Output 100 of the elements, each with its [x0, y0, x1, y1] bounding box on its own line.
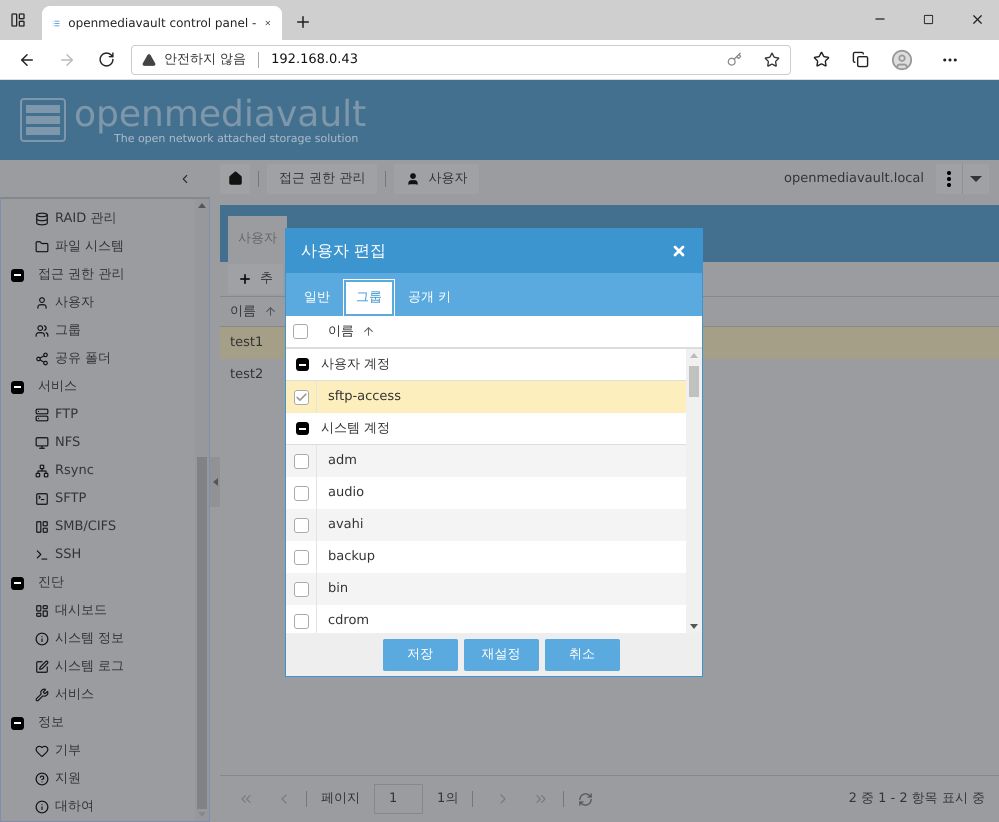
tab-title: openmediavault control panel -: [68, 15, 256, 32]
group-header[interactable]: 시스템 계정: [321, 418, 390, 438]
collapse-icon[interactable]: [296, 358, 309, 371]
list-cell-text: bin: [327, 580, 348, 598]
sidebar-group[interactable]: 진단: [38, 573, 64, 593]
home-icon: [228, 171, 242, 186]
dialog-button[interactable]: 재설정: [464, 638, 538, 670]
sidebar-item[interactable]: NFS: [55, 433, 80, 453]
favorites-icon[interactable]: [813, 51, 830, 68]
collapse-icon[interactable]: [296, 422, 309, 435]
page-field[interactable]: 1: [374, 784, 423, 814]
collapse-icon[interactable]: [11, 716, 24, 730]
sidebar-item[interactable]: 시스템 정보: [55, 629, 124, 649]
checkbox[interactable]: [294, 550, 308, 564]
collections-icon[interactable]: [852, 51, 869, 68]
checkbox[interactable]: [294, 454, 308, 468]
page-label: 페이지: [321, 790, 360, 808]
sidebar-group[interactable]: 서비스: [38, 377, 77, 397]
table-cell-text: test1: [230, 334, 264, 352]
sort-icon: [362, 325, 375, 338]
folder-icon: [35, 240, 49, 254]
list-row[interactable]: avahi: [286, 509, 686, 541]
sidebar-group[interactable]: 정보: [38, 713, 64, 733]
list-row[interactable]: adm: [286, 445, 686, 477]
maximize-icon[interactable]: [923, 14, 934, 25]
logo-text: openmediavault: [74, 96, 366, 132]
sidebar-item[interactable]: 시스템 로그: [55, 657, 124, 677]
logo-icon: [20, 98, 66, 142]
url-text: 192.168.0.43: [271, 50, 359, 69]
plus-icon: [238, 272, 252, 286]
server-icon: [35, 408, 49, 422]
page-count: 1의: [437, 790, 458, 808]
terminal-icon: [35, 548, 49, 562]
scrollbar[interactable]: [686, 349, 702, 633]
heart-icon: [35, 744, 49, 758]
checkbox[interactable]: [294, 614, 308, 628]
breadcrumb[interactable]: 접근 권한 관리: [267, 164, 378, 194]
key-icon[interactable]: [727, 52, 742, 67]
sidebar-item[interactable]: Rsync: [55, 461, 94, 481]
checkbox[interactable]: [294, 486, 308, 500]
sort-icon: [264, 305, 277, 318]
collapse-icon[interactable]: [11, 576, 24, 590]
sidebar-item[interactable]: 대하여: [55, 797, 94, 817]
reload-icon[interactable]: [98, 51, 115, 68]
list-cell-text: sftp-access: [327, 388, 401, 406]
dialog-title: 사용자 편집: [301, 240, 388, 262]
list-cell-text: audio: [327, 484, 364, 502]
sidebar-item[interactable]: 파일 시스템: [55, 237, 124, 257]
tab[interactable]: 공개 키: [398, 280, 462, 316]
new-tab-icon[interactable]: [294, 13, 312, 31]
sidebar-item[interactable]: 그룹: [55, 321, 81, 341]
info-icon: [35, 800, 49, 814]
dialog-button[interactable]: 취소: [544, 638, 620, 670]
add-button[interactable]: 추: [228, 264, 283, 294]
profile-icon[interactable]: [891, 48, 913, 70]
checkbox[interactable]: [294, 518, 308, 532]
column-header[interactable]: 이름: [230, 302, 256, 322]
tab[interactable]: 그룹: [344, 280, 394, 316]
share-icon: [35, 352, 49, 366]
sidebar-item[interactable]: 사용자: [55, 293, 94, 313]
user-icon: [35, 296, 49, 310]
breadcrumb[interactable]: 사용자: [394, 164, 480, 194]
collapse-icon[interactable]: [11, 380, 24, 394]
tab-actions-icon[interactable]: [10, 12, 26, 28]
group-header[interactable]: 사용자 계정: [321, 354, 390, 374]
splitter-handle[interactable]: [210, 457, 220, 507]
checkbox[interactable]: [294, 390, 308, 404]
refresh-icon[interactable]: [578, 792, 594, 806]
close-icon[interactable]: [970, 12, 985, 27]
favorite-icon[interactable]: [764, 52, 780, 68]
dialog-button[interactable]: 저장: [382, 638, 458, 670]
column-header[interactable]: 이름: [328, 322, 354, 342]
user-icon: [406, 172, 420, 186]
sidebar-item[interactable]: FTP: [55, 405, 78, 425]
sidebar-item[interactable]: SSH: [55, 545, 82, 565]
home-button[interactable]: [220, 164, 250, 194]
list-row[interactable]: bin: [286, 573, 686, 605]
checkbox[interactable]: [293, 324, 308, 339]
sidebar-item[interactable]: 서비스: [55, 685, 94, 705]
list-cell-text: avahi: [327, 516, 364, 534]
checkbox[interactable]: [294, 582, 308, 596]
scrollbar[interactable]: [195, 199, 209, 821]
list-cell-text: backup: [327, 548, 375, 566]
edit-icon: [35, 660, 49, 674]
tab[interactable]: 일반: [294, 280, 340, 316]
address-bar[interactable]: 안전하지 않음 192.168.0.43: [131, 44, 791, 74]
sidebar-item[interactable]: 공유 폴더: [55, 349, 112, 369]
list-row[interactable]: sftp-access: [286, 381, 686, 413]
sidebar-item[interactable]: SMB/CIFS: [55, 517, 116, 537]
network-icon: [35, 464, 49, 478]
table-cell-text: test2: [230, 366, 264, 384]
browser-tab[interactable]: openmediavault control panel -: [42, 6, 282, 40]
users-icon: [35, 324, 49, 338]
collapse-icon[interactable]: [11, 268, 24, 282]
sidebar-item[interactable]: 대시보드: [55, 601, 107, 621]
sidebar-item[interactable]: 기부: [55, 741, 81, 761]
sidebar-item[interactable]: SFTP: [55, 489, 86, 509]
sidebar-group[interactable]: 접근 권한 관리: [38, 265, 124, 285]
sidebar-item[interactable]: RAID 관리: [55, 209, 116, 229]
sidebar-item[interactable]: 지원: [55, 769, 81, 789]
